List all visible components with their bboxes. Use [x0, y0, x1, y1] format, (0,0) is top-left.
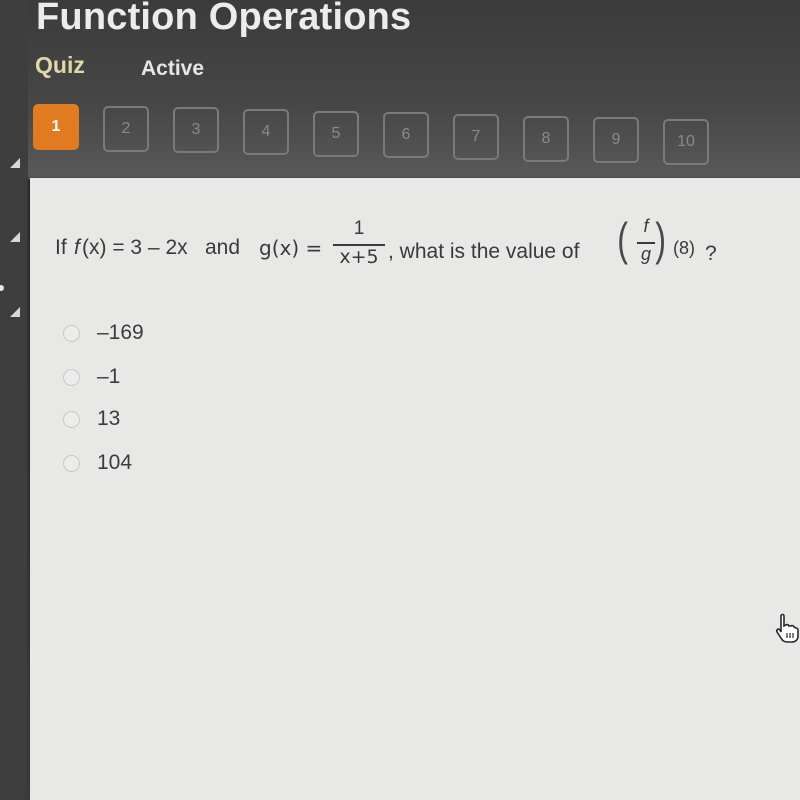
- question-prefix: If: [55, 236, 67, 259]
- quotient-numerator: f: [643, 216, 649, 236]
- answer-label: 13: [97, 407, 121, 430]
- resize-corner-icon: [10, 158, 20, 168]
- question-nav-button-1[interactable]: 1: [33, 104, 79, 150]
- left-sidebar: [0, 0, 28, 800]
- question-nav-button-2[interactable]: 2: [103, 106, 149, 152]
- radio-button[interactable]: [63, 410, 80, 428]
- resize-corner-icon: [10, 307, 20, 317]
- question-nav-button-5[interactable]: 5: [313, 111, 359, 157]
- resize-corner-icon: [10, 232, 20, 242]
- question-and: and: [205, 236, 241, 259]
- activity-status-label: Active: [141, 57, 205, 80]
- radio-button[interactable]: [63, 324, 80, 342]
- answer-option[interactable]: 13: [63, 404, 263, 434]
- question-middle: , what is the value of: [388, 240, 580, 263]
- left-paren: (: [617, 213, 629, 265]
- question-mark: ?: [705, 242, 717, 265]
- answer-label: –169: [97, 321, 144, 344]
- question-nav-button-3[interactable]: 3: [173, 107, 219, 153]
- g-definition: g(x) =: [259, 236, 323, 260]
- quotient-denominator: g: [640, 244, 651, 264]
- indicator-dot-icon: [0, 285, 4, 291]
- radio-button[interactable]: [63, 454, 80, 472]
- question-nav-button-9[interactable]: 9: [593, 117, 639, 163]
- question-nav-button-7[interactable]: 7: [453, 114, 499, 160]
- answer-label: 104: [97, 451, 133, 474]
- question-navigation: 1 2 3 4 5 6 7 8 9 10: [33, 104, 793, 165]
- radio-button[interactable]: [63, 368, 80, 386]
- question-nav-button-10[interactable]: 10: [663, 119, 709, 165]
- f-function-name: f: [74, 236, 80, 259]
- answer-option[interactable]: 104: [63, 448, 263, 478]
- evaluation-argument: (8): [673, 238, 695, 258]
- question-nav-button-6[interactable]: 6: [383, 112, 429, 158]
- g-numerator: 1: [353, 218, 365, 239]
- hand-pointer-icon: [775, 613, 799, 643]
- question-nav-button-8[interactable]: 8: [523, 116, 569, 162]
- page-title: Function Operations: [36, 0, 412, 38]
- question-text: If f (x) = 3 – 2x and g(x) = 1 x+5 , wha…: [55, 213, 775, 298]
- activity-type-label: Quiz: [35, 52, 85, 78]
- question-panel: If f (x) = 3 – 2x and g(x) = 1 x+5 , wha…: [30, 178, 800, 800]
- quiz-header: Function Operations Quiz Active 1 2 3 4 …: [0, 0, 800, 180]
- g-denominator: x+5: [339, 246, 379, 268]
- right-paren: ): [655, 213, 667, 265]
- f-definition: (x) = 3 – 2x: [82, 236, 188, 259]
- answer-option[interactable]: –169: [63, 318, 263, 348]
- answer-option[interactable]: –1: [63, 362, 263, 392]
- answer-label: –1: [97, 365, 121, 388]
- question-nav-button-4[interactable]: 4: [243, 109, 289, 155]
